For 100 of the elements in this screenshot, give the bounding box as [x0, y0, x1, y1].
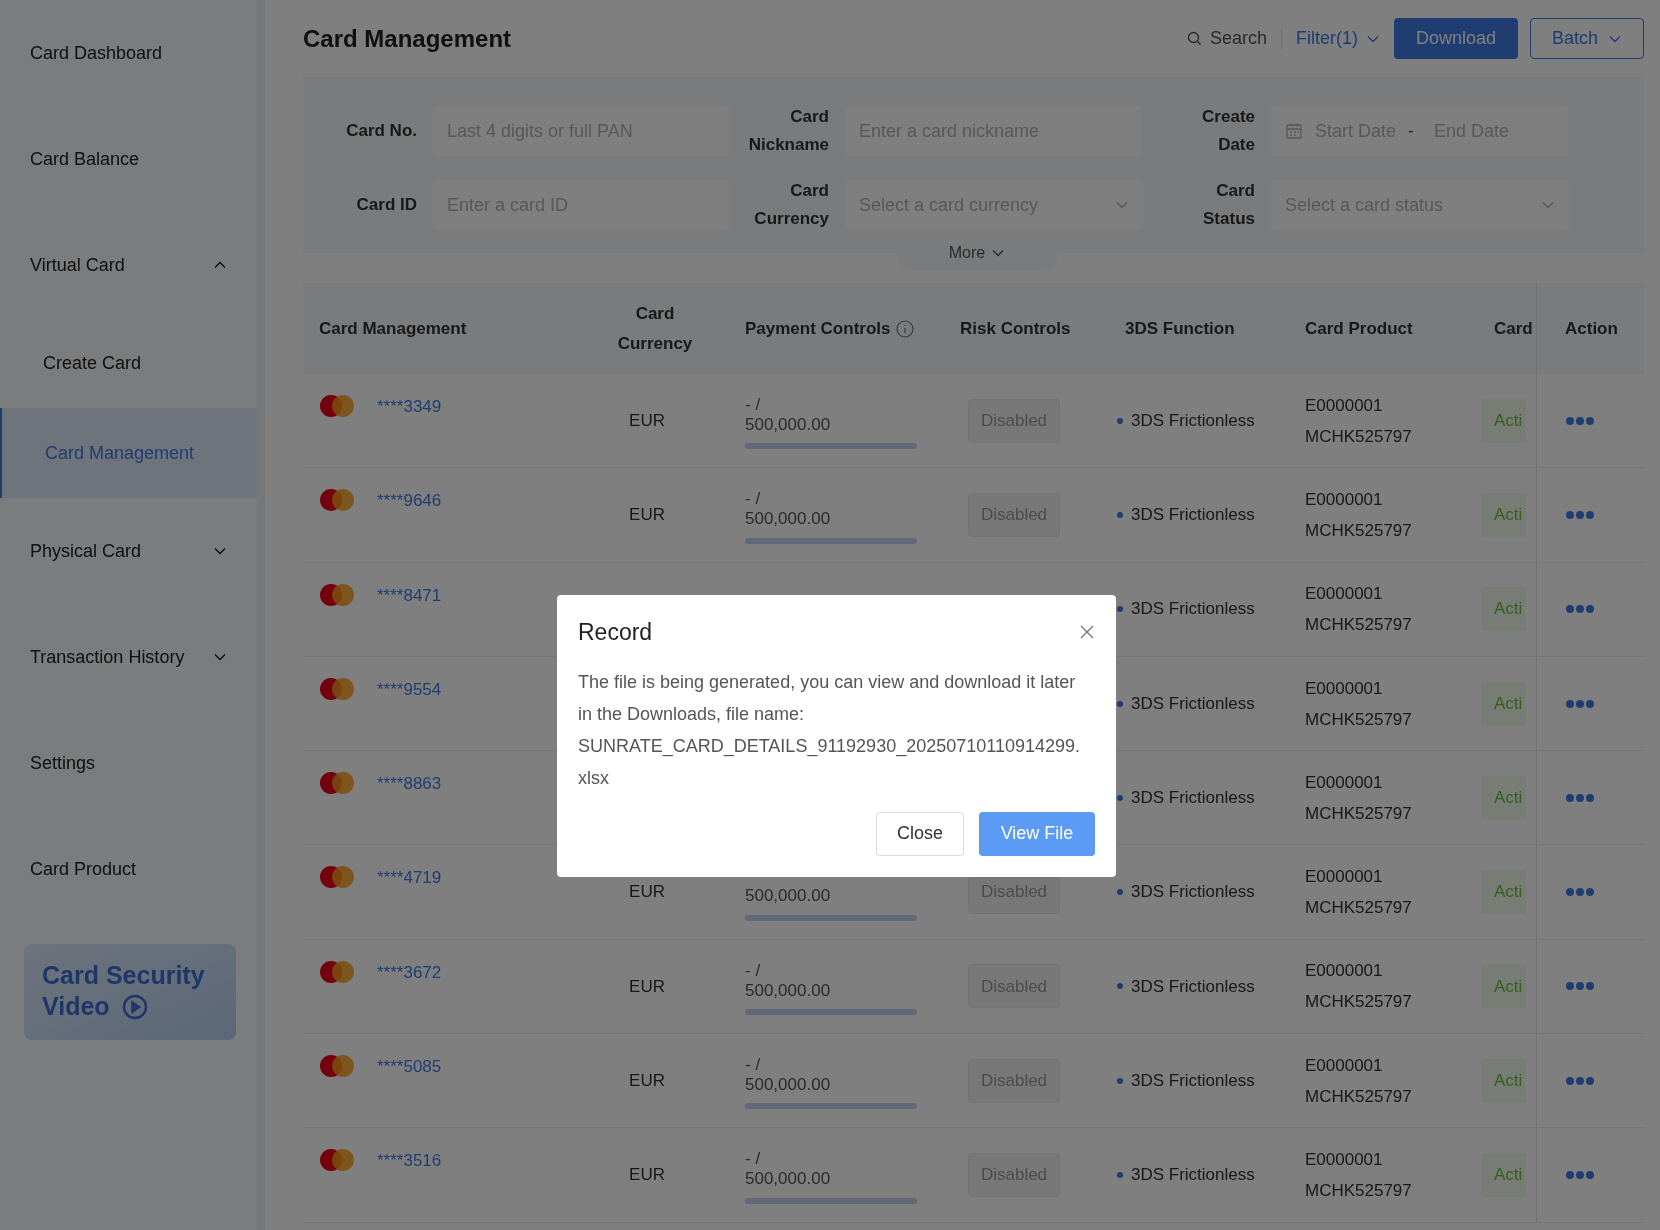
limit-text: 500,000.00	[745, 508, 832, 531]
overlapping-circles-icon	[319, 394, 355, 418]
tds-text: 3DS Frictionless	[1131, 692, 1255, 715]
product-text: MCHK525797	[1305, 1085, 1413, 1108]
product-text: E0000001	[1305, 583, 1384, 606]
product-text: E0000001	[1305, 488, 1384, 511]
more-icon[interactable]	[1565, 509, 1595, 520]
column-header: Payment Controls	[745, 317, 891, 340]
status-tag: Acti	[1481, 775, 1527, 820]
column-header: Card Management	[319, 318, 467, 338]
more-icon[interactable]	[1565, 792, 1595, 803]
spent-text: - /	[745, 488, 762, 507]
product-text: MCHK525797	[1305, 897, 1413, 920]
more-icon[interactable]	[1565, 887, 1595, 898]
status-tag: Acti	[1481, 492, 1527, 537]
info-icon	[896, 319, 915, 338]
sidebar-item[interactable]: Card Product	[0, 816, 257, 922]
more-icon[interactable]	[1565, 981, 1595, 992]
filter-button[interactable]: Filter(1)	[1296, 25, 1380, 52]
play-icon	[121, 993, 148, 1020]
product-text: E0000001	[1305, 394, 1384, 417]
overlapping-circles-icon	[319, 959, 355, 984]
product-text: MCHK525797	[1305, 991, 1413, 1014]
overlapping-circles-icon	[319, 771, 355, 796]
product-text: E0000001	[1305, 677, 1384, 700]
dialog-title: Record	[578, 618, 653, 647]
card-number-link[interactable]: ****9646	[377, 488, 442, 514]
product-text: MCHK525797	[1305, 802, 1413, 825]
product-text: MCHK525797	[1305, 614, 1413, 637]
status-tag: Acti	[1481, 964, 1527, 1009]
search-button[interactable]: Search	[1186, 25, 1267, 52]
view-file-button[interactable]: View File	[979, 811, 1095, 856]
sidebar-group[interactable]: Virtual Card	[0, 212, 257, 318]
video-banner[interactable]: Card Security Video	[24, 944, 236, 1040]
page-title: Card Management	[303, 23, 513, 54]
product-text: MCHK525797	[1305, 1180, 1413, 1202]
limit-text: 500,000.00	[745, 413, 832, 436]
banner-title: Card Security	[42, 960, 205, 991]
more-icon[interactable]	[1565, 415, 1595, 426]
more-icon[interactable]	[1565, 604, 1595, 615]
banner-title: Video	[42, 991, 110, 1022]
field-label: Card Currency	[753, 180, 830, 230]
field-label: Card ID	[355, 194, 418, 216]
currency-text: EUR	[629, 410, 665, 430]
more-icon[interactable]	[1565, 698, 1595, 709]
sidebar-group[interactable]: Transaction History	[0, 604, 257, 710]
status-tag: Acti	[1481, 587, 1527, 632]
field-label: Card Status	[1202, 180, 1256, 230]
product-text: MCHK525797	[1305, 708, 1413, 731]
sidebar-item[interactable]: Settings	[0, 710, 257, 816]
status-tag: Acti	[1481, 1058, 1527, 1103]
sidebar-group[interactable]: Physical Card	[0, 498, 257, 604]
sidebar-item[interactable]: Card Dashboard	[0, 0, 257, 106]
limit-text: 500,000.00	[745, 979, 832, 1002]
calendar-icon	[1285, 122, 1303, 140]
currency-text: EUR	[629, 1165, 665, 1185]
card-number-link[interactable]: ****3516	[377, 1148, 442, 1174]
column-header: Card Currency	[616, 302, 694, 355]
product-text: MCHK525797	[1305, 425, 1413, 448]
tds-text: 3DS Frictionless	[1131, 504, 1255, 527]
status-tag: Acti	[1481, 681, 1527, 726]
more-icon[interactable]	[1565, 1075, 1595, 1086]
status-tag: Acti	[1481, 1153, 1527, 1197]
product-text: E0000001	[1305, 866, 1384, 889]
limit-text: 500,000.00	[745, 885, 832, 908]
currency-text: EUR	[629, 505, 665, 525]
card-number-link[interactable]: ****8863	[377, 771, 442, 797]
spent-text: - /	[745, 393, 762, 412]
search-icon	[1186, 31, 1202, 46]
card-number-link[interactable]: ****3672	[377, 959, 442, 986]
card-number-link[interactable]: ****9554	[377, 676, 442, 703]
column-header: Card	[1494, 318, 1533, 338]
sidebar-item[interactable]: Create Card	[0, 318, 257, 408]
tds-text: 3DS Frictionless	[1131, 787, 1255, 810]
field-label: Card Nickname	[747, 106, 830, 156]
close-icon[interactable]	[1079, 624, 1095, 641]
card-number-link[interactable]: ****5085	[377, 1054, 442, 1080]
batch-button[interactable]: Batch	[1530, 18, 1644, 59]
status-tag: Acti	[1481, 870, 1527, 915]
column-header: Card Product	[1305, 318, 1413, 338]
sidebar-item[interactable]: Card Management	[0, 408, 257, 498]
column-header: 3DS Function	[1125, 318, 1235, 338]
more-icon[interactable]	[1565, 1170, 1595, 1180]
field-label: Card No.	[345, 120, 418, 142]
limit-text: 500,000.00	[745, 1073, 832, 1096]
currency-text: EUR	[629, 1070, 665, 1090]
tds-text: 3DS Frictionless	[1131, 1069, 1255, 1092]
card-number-link[interactable]: ****8471	[377, 582, 442, 609]
download-button[interactable]: Download	[1394, 18, 1518, 59]
card-number-link[interactable]: ****4719	[377, 865, 442, 891]
tds-text: 3DS Frictionless	[1131, 975, 1255, 998]
product-text: MCHK525797	[1305, 519, 1413, 542]
sidebar-item[interactable]: Card Balance	[0, 106, 257, 212]
overlapping-circles-icon	[319, 676, 355, 701]
limit-text: 500,000.00	[745, 1168, 832, 1191]
tds-text: 3DS Frictionless	[1131, 598, 1255, 621]
card-number-link[interactable]: ****3349	[377, 394, 442, 420]
spent-text: - /	[745, 1148, 762, 1167]
product-text: E0000001	[1305, 1054, 1384, 1077]
close-button[interactable]: Close	[876, 811, 964, 856]
